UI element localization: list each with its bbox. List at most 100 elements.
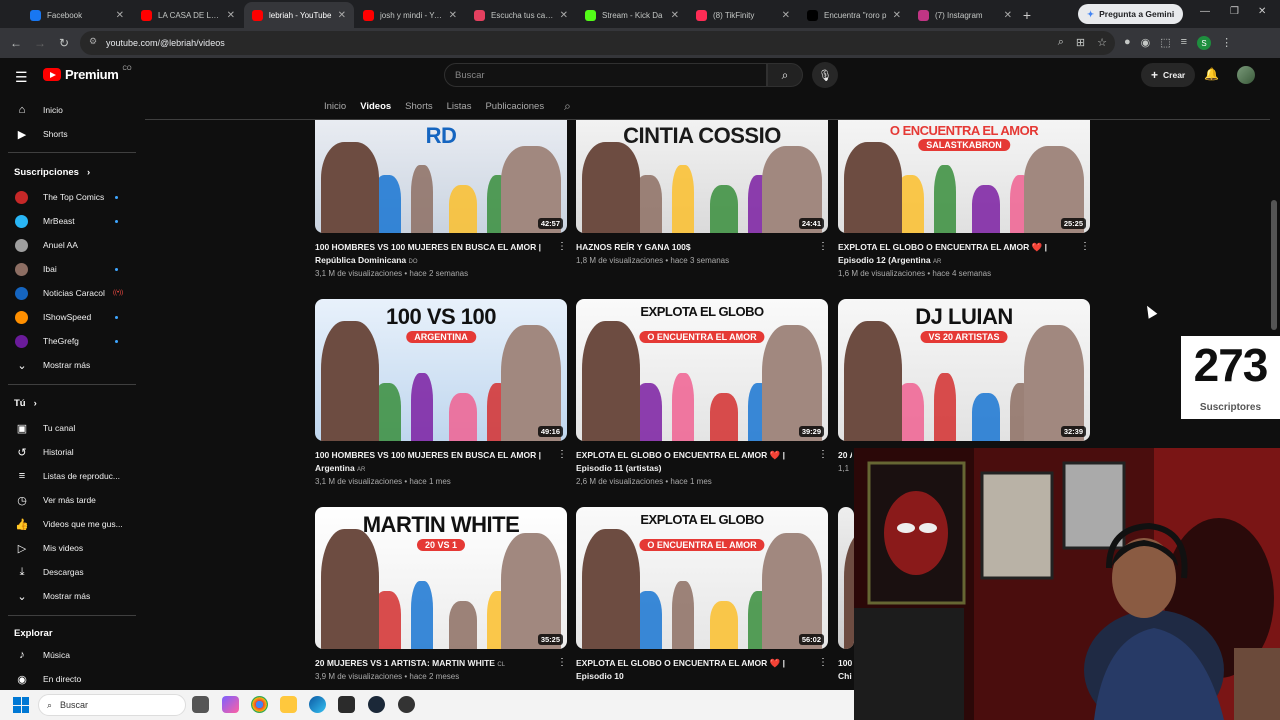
video-card[interactable]: RD 42:57 100 HOMBRES VS 100 MUJERES EN BUS… — [315, 120, 567, 278]
profile-avatar[interactable]: S — [1197, 36, 1212, 50]
maximize-icon[interactable]: ❐ — [1230, 6, 1239, 17]
sidebar-subscription[interactable]: IShowSpeed — [0, 306, 140, 328]
sidebar-item[interactable]: ↺ Historial — [0, 441, 140, 463]
new-tab-icon[interactable]: + — [1016, 2, 1038, 28]
steam-icon[interactable] — [368, 696, 385, 713]
reload-icon[interactable]: ↻ — [52, 36, 76, 50]
channel-tab[interactable]: Videos — [360, 101, 391, 112]
video-thumbnail[interactable]: O ENCUENTRA EL AMOR SALASTKABRON 25:25 — [838, 120, 1090, 233]
video-card[interactable]: 100 VS 100 ARGENTINA 49:16 100 HOMBRES VS 1… — [315, 299, 567, 486]
video-card[interactable]: EXPLOTA EL GLOBO O ENCUENTRA EL AMOR 39:29… — [576, 299, 828, 486]
sidebar-item[interactable]: ▷ Mis videos — [0, 537, 140, 559]
store-icon[interactable] — [338, 696, 355, 713]
video-thumbnail[interactable]: MARTIN WHITE 20 VS 1 35:25 — [315, 507, 567, 649]
sidebar-subscription[interactable]: TheGrefg — [0, 330, 140, 352]
hamburger-menu-icon[interactable]: ☰ — [15, 69, 28, 86]
sidebar-item[interactable]: ≡ Listas de reproduc... — [0, 465, 140, 487]
file-explorer-icon[interactable] — [280, 696, 297, 713]
channel-search-icon[interactable]: ⌕ — [564, 99, 571, 114]
tab-close-icon[interactable]: ✕ — [116, 10, 124, 21]
video-card[interactable]: 100 Chi — [838, 507, 854, 681]
channel-tab[interactable]: Shorts — [405, 101, 432, 112]
browser-menu-icon[interactable]: ⋮ — [1221, 36, 1232, 50]
browser-tab[interactable]: Encuentra "roro p ✕ — [799, 2, 909, 28]
zoom-icon[interactable]: ⌕ — [1058, 36, 1064, 49]
tab-close-icon[interactable]: ✕ — [671, 10, 679, 21]
video-card[interactable]: EXPLOTA EL GLOBO O ENCUENTRA EL AMOR 56:02… — [576, 507, 828, 681]
notifications-bell-icon[interactable]: 🔔 — [1204, 67, 1219, 81]
channel-tab[interactable]: Inicio — [324, 101, 346, 112]
show-more-button[interactable]: ⌄ Mostrar más — [0, 354, 140, 376]
video-card[interactable]: CINTIA COSSIO 24:41 HAZNOS REÍR Y GANA 100… — [576, 120, 828, 265]
tab-close-icon[interactable]: ✕ — [782, 10, 790, 21]
video-title[interactable]: 20 A — [838, 449, 852, 462]
video-options-icon[interactable]: ⋮ — [818, 657, 828, 668]
task-view-icon[interactable] — [192, 696, 209, 713]
video-thumbnail[interactable]: EXPLOTA EL GLOBO O ENCUENTRA EL AMOR 56:02 — [576, 507, 828, 649]
video-options-icon[interactable]: ⋮ — [1080, 241, 1090, 252]
bookmark-star-icon[interactable]: ☆ — [1097, 36, 1107, 49]
video-thumbnail[interactable]: RD 42:57 — [315, 120, 567, 233]
edge-icon[interactable] — [309, 696, 326, 713]
video-card[interactable]: DJ LUIAN VS 20 ARTISTAS 32:39 20 A 1,1 M — [838, 299, 1090, 473]
browser-tab[interactable]: Facebook ✕ — [22, 2, 132, 28]
video-title[interactable]: EXPLOTA EL GLOBO O ENCUENTRA EL AMOR ❤️ … — [576, 449, 811, 475]
forward-icon[interactable]: → — [28, 36, 52, 50]
browser-tab[interactable]: (8) TikFinity ✕ — [688, 2, 798, 28]
browser-tab[interactable]: LA CASA DE LOS ✕ — [133, 2, 243, 28]
sidebar-item[interactable]: ▶ Shorts — [0, 123, 140, 145]
video-thumbnail[interactable] — [838, 507, 854, 649]
extension-icon[interactable]: ● — [1124, 36, 1131, 50]
windows-start-icon[interactable] — [13, 697, 29, 713]
site-info-icon[interactable]: ⚙ — [89, 36, 97, 47]
address-bar[interactable]: ⚙ youtube.com/@lebriah/videos ⌕ ⊞ ☆ — [80, 31, 1115, 55]
video-thumbnail[interactable]: EXPLOTA EL GLOBO O ENCUENTRA EL AMOR 39:29 — [576, 299, 828, 441]
video-title[interactable]: 20 MUJERES VS 1 ARTISTA: MARTIN WHITE CL — [315, 657, 550, 672]
browser-tab[interactable]: lebriah - YouTube ✕ — [244, 2, 354, 28]
video-thumbnail[interactable]: 100 VS 100 ARGENTINA 49:16 — [315, 299, 567, 441]
video-title[interactable]: EXPLOTA EL GLOBO O ENCUENTRA EL AMOR ❤️ … — [576, 657, 811, 683]
video-thumbnail[interactable]: DJ LUIAN VS 20 ARTISTAS 32:39 — [838, 299, 1090, 441]
browser-tab[interactable]: josh y mindi - You ✕ — [355, 2, 465, 28]
video-card[interactable]: MARTIN WHITE 20 VS 1 35:25 20 MUJERES VS 1 … — [315, 507, 567, 681]
video-title[interactable]: 100 Chi — [838, 657, 854, 683]
tab-close-icon[interactable]: ✕ — [338, 10, 346, 21]
channel-tab[interactable]: Listas — [447, 101, 472, 112]
sidebar-item[interactable]: ◷ Ver más tarde — [0, 489, 140, 511]
sidebar-subscription[interactable]: The Top Comics — [0, 186, 140, 208]
tab-close-icon[interactable]: ✕ — [560, 10, 568, 21]
tab-close-icon[interactable]: ✕ — [893, 10, 901, 21]
video-title[interactable]: 100 HOMBRES VS 100 MUJERES EN BUSCA EL A… — [315, 449, 550, 477]
video-thumbnail[interactable]: CINTIA COSSIO 24:41 — [576, 120, 828, 233]
copilot-icon[interactable] — [222, 696, 239, 713]
subscriptions-heading[interactable]: Suscripciones › — [14, 167, 90, 178]
browser-tab[interactable]: Escucha tus canc ✕ — [466, 2, 576, 28]
sidebar-item[interactable]: ♪ Música — [0, 644, 140, 666]
chrome-icon[interactable] — [251, 696, 268, 713]
sidebar-subscription[interactable]: Ibai — [0, 258, 140, 280]
video-title[interactable]: EXPLOTA EL GLOBO O ENCUENTRA EL AMOR ❤️ … — [838, 241, 1073, 269]
sidebar-item[interactable]: ◉ En directo — [0, 668, 140, 690]
video-options-icon[interactable]: ⋮ — [557, 241, 567, 252]
video-options-icon[interactable]: ⋮ — [818, 449, 828, 460]
search-input[interactable]: Buscar — [444, 63, 767, 87]
tab-close-icon[interactable]: ✕ — [227, 10, 235, 21]
sidebar-subscription[interactable]: Noticias Caracol ((•)) — [0, 282, 140, 304]
obs-icon[interactable] — [398, 696, 415, 713]
sidebar-item[interactable]: ⤓ Descargas — [0, 561, 140, 583]
video-options-icon[interactable]: ⋮ — [557, 657, 567, 668]
page-scrollbar[interactable] — [1271, 200, 1277, 330]
minimize-icon[interactable]: — — [1200, 6, 1210, 17]
you-heading[interactable]: Tú › — [14, 398, 37, 409]
extension-2-icon[interactable]: ◉ — [1141, 36, 1151, 50]
voice-search-button[interactable]: 🎙 — [812, 62, 838, 88]
user-avatar[interactable] — [1237, 66, 1255, 84]
back-icon[interactable]: ← — [4, 36, 28, 50]
sidebar-subscription[interactable]: MrBeast — [0, 210, 140, 232]
install-icon[interactable]: ⊞ — [1076, 36, 1085, 49]
create-button[interactable]: + Crear — [1141, 63, 1196, 87]
gemini-button[interactable]: ✦ Pregunta a Gemini — [1078, 4, 1184, 24]
extensions-puzzle-icon[interactable]: ⬚ — [1160, 36, 1170, 50]
video-options-icon[interactable]: ⋮ — [557, 449, 567, 460]
tab-close-icon[interactable]: ✕ — [449, 10, 457, 21]
